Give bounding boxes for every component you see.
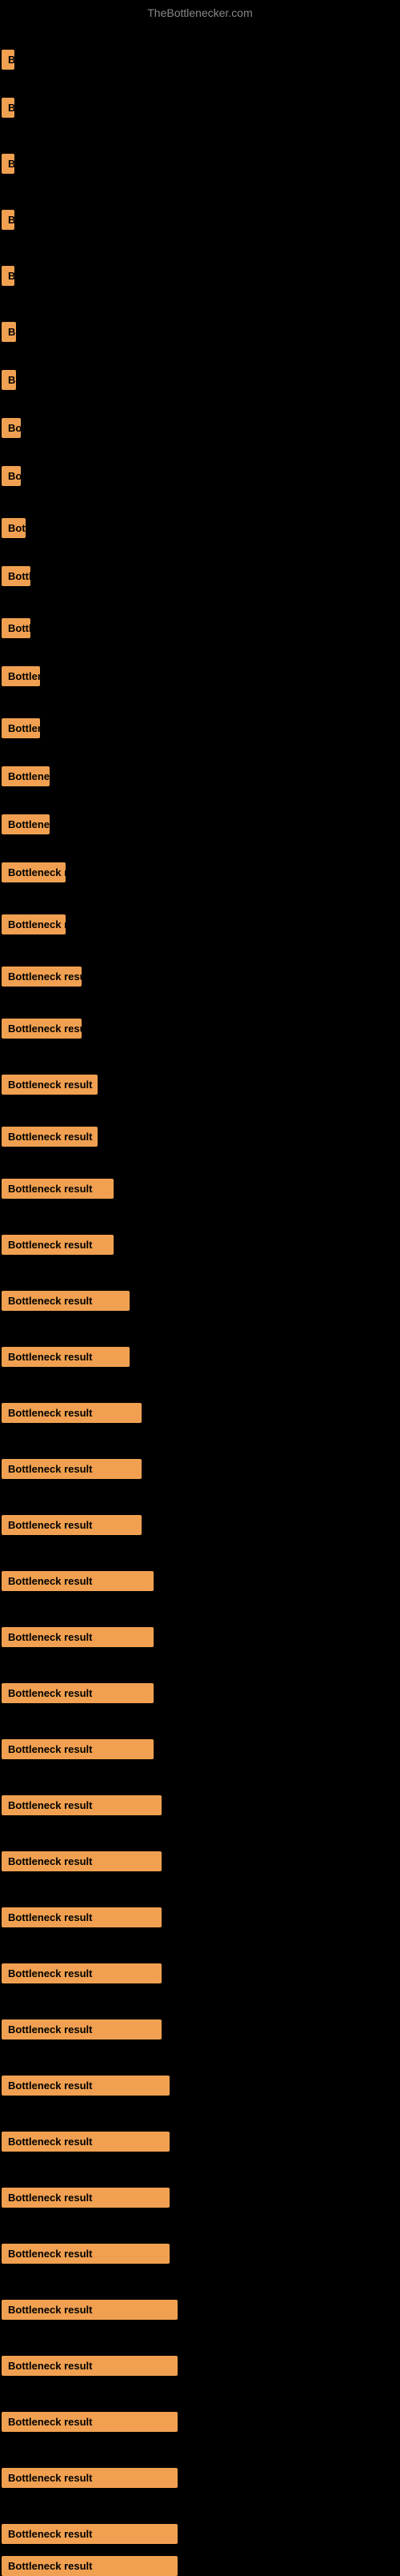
list-item: Bottleneck result xyxy=(2,1291,130,1311)
list-item: Bottleneck result xyxy=(2,566,30,586)
list-item: Bottleneck result xyxy=(2,50,14,70)
list-item: Bottleneck result xyxy=(2,98,14,118)
list-item: Bottleneck result xyxy=(2,1075,98,1095)
list-item: Bottleneck result xyxy=(2,2019,162,2040)
list-item: Bottleneck result xyxy=(2,2244,170,2264)
list-item: Bottleneck result xyxy=(2,1571,154,1591)
list-item: Bottleneck result xyxy=(2,2556,178,2576)
list-item: Bottleneck result xyxy=(2,1683,154,1703)
list-item: Bottleneck result xyxy=(2,618,30,638)
list-item: Bottleneck result xyxy=(2,466,21,486)
list-item: Bottleneck result xyxy=(2,154,14,174)
list-item: Bottleneck result xyxy=(2,266,14,286)
list-item: Bottleneck result xyxy=(2,1403,142,1423)
list-item: Bottleneck result xyxy=(2,1795,162,1815)
site-title: TheBottlenecker.com xyxy=(0,0,400,26)
list-item: Bottleneck result xyxy=(2,1907,162,1927)
list-item: Bottleneck result xyxy=(2,418,21,438)
list-item: Bottleneck result xyxy=(2,2132,170,2152)
list-item: Bottleneck result xyxy=(2,1515,142,1535)
list-item: Bottleneck result xyxy=(2,2356,178,2376)
list-item: Bottleneck result xyxy=(2,1179,114,1199)
list-item: Bottleneck result xyxy=(2,1963,162,1983)
list-item: Bottleneck result xyxy=(2,1627,154,1647)
list-item: Bottleneck result xyxy=(2,967,82,987)
list-item: Bottleneck result xyxy=(2,1347,130,1367)
list-item: Bottleneck result xyxy=(2,518,26,538)
list-item: Bottleneck result xyxy=(2,914,66,934)
list-item: Bottleneck result xyxy=(2,2412,178,2432)
list-item: Bottleneck result xyxy=(2,1019,82,1039)
list-item: Bottleneck result xyxy=(2,322,16,342)
list-item: Bottleneck result xyxy=(2,2076,170,2096)
list-item: Bottleneck result xyxy=(2,814,50,834)
list-item: Bottleneck result xyxy=(2,2188,170,2208)
list-item: Bottleneck result xyxy=(2,2300,178,2320)
list-item: Bottleneck result xyxy=(2,1235,114,1255)
list-item: Bottleneck result xyxy=(2,2468,178,2488)
list-item: Bottleneck result xyxy=(2,1739,154,1759)
list-item: Bottleneck result xyxy=(2,210,14,230)
list-item: Bottleneck result xyxy=(2,1459,142,1479)
list-item: Bottleneck result xyxy=(2,370,16,390)
list-item: Bottleneck result xyxy=(2,1127,98,1147)
list-item: Bottleneck result xyxy=(2,1851,162,1871)
list-item: Bottleneck result xyxy=(2,718,40,738)
list-item: Bottleneck result xyxy=(2,2524,178,2544)
list-item: Bottleneck result xyxy=(2,666,40,686)
list-item: Bottleneck result xyxy=(2,766,50,786)
list-item: Bottleneck result xyxy=(2,862,66,882)
